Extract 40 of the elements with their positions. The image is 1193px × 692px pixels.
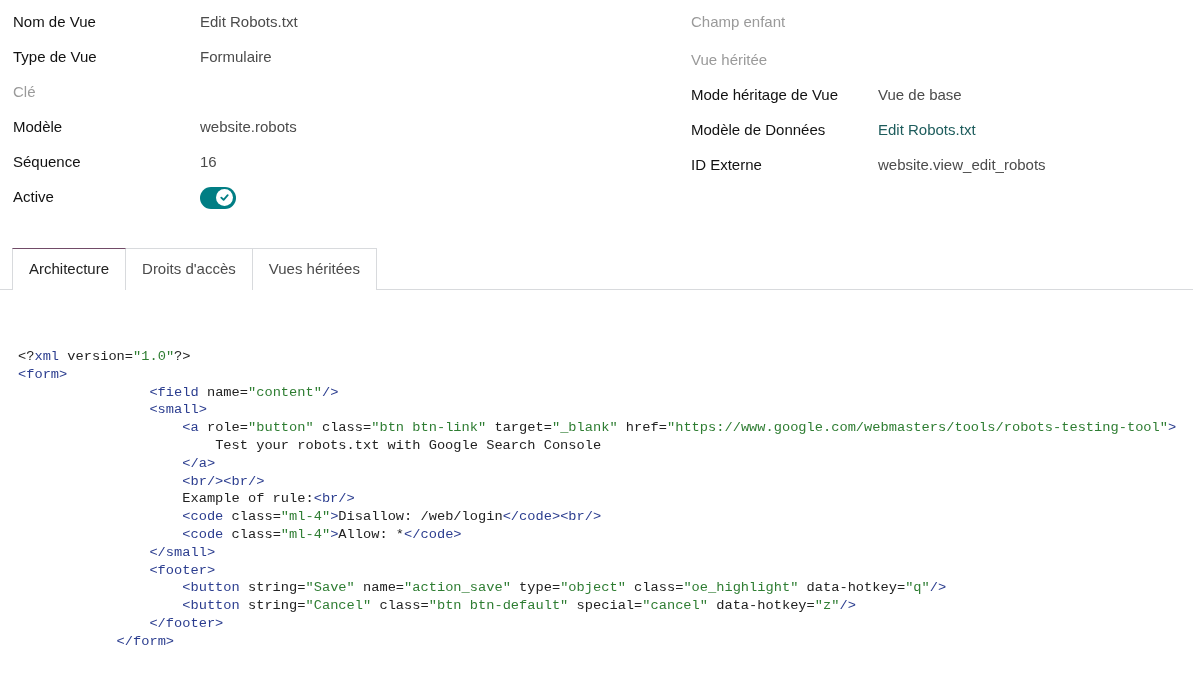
code-line: </form> — [116, 632, 175, 651]
code-line: <button string="Save" name="action_save" type="object" class="oe_highlight" data-hotkey="q"/> — [182, 579, 947, 598]
code-line: <form> — [18, 365, 68, 384]
field-value: 16 — [200, 152, 217, 173]
field-label: Champ enfant — [691, 12, 787, 33]
field-label: ID Externe — [691, 155, 763, 176]
code-line: </a> — [182, 454, 216, 473]
tab[interactable]: Architecture — [12, 248, 127, 290]
check-icon — [219, 192, 230, 203]
field-label: Modèle de Données — [691, 120, 827, 141]
tab[interactable]: Droits d'accès — [126, 248, 253, 290]
code-line: <br/><br/> — [182, 472, 265, 491]
code-line: </footer> — [149, 614, 224, 633]
code-line: Example of rule:<br/> — [182, 490, 355, 509]
field-value: Formulaire — [200, 47, 272, 68]
code-line: <field name="content"/> — [149, 383, 339, 402]
code-line: <footer> — [149, 561, 216, 580]
field-label: Active — [13, 187, 55, 208]
code-line: <button string="Cancel" class="btn btn-default" special="cancel" data-hotkey="z"/> — [182, 597, 856, 615]
field-label: Clé — [13, 82, 37, 103]
field-value: Edit Robots.txt — [200, 12, 298, 33]
code-line: <?xml version="1.0"?> — [18, 348, 191, 366]
field-label: Vue héritée — [691, 50, 769, 71]
code-line: <small> — [149, 401, 207, 420]
field-link[interactable]: Edit Robots.txt — [878, 119, 976, 142]
field-label: Modèle — [13, 117, 64, 138]
tab[interactable]: Vues héritées — [252, 248, 377, 290]
field-value: website.robots — [200, 117, 297, 138]
field-value: website.view_edit_robots — [878, 155, 1046, 176]
code-line: <code class="ml-4">Allow: *</code> — [182, 525, 462, 544]
code-line: </small> — [149, 543, 216, 562]
field-value: Vue de base — [878, 85, 962, 106]
code-line: <a role="button" class="btn btn-link" target="_blank" href="https://www.google.com/webmasters/tools/robots-testing-tool"> — [182, 419, 1177, 437]
field-label: Nom de Vue — [13, 12, 97, 33]
field-label: Type de Vue — [13, 47, 98, 68]
active-toggle[interactable] — [200, 186, 236, 209]
code-line: Test your robots.txt with Google Search Console — [215, 437, 602, 455]
field-label: Mode héritage de Vue — [691, 85, 840, 106]
field-label: Séquence — [13, 152, 82, 173]
code-line: <code class="ml-4">Disallow: /web/login</code><br/> — [182, 508, 602, 526]
